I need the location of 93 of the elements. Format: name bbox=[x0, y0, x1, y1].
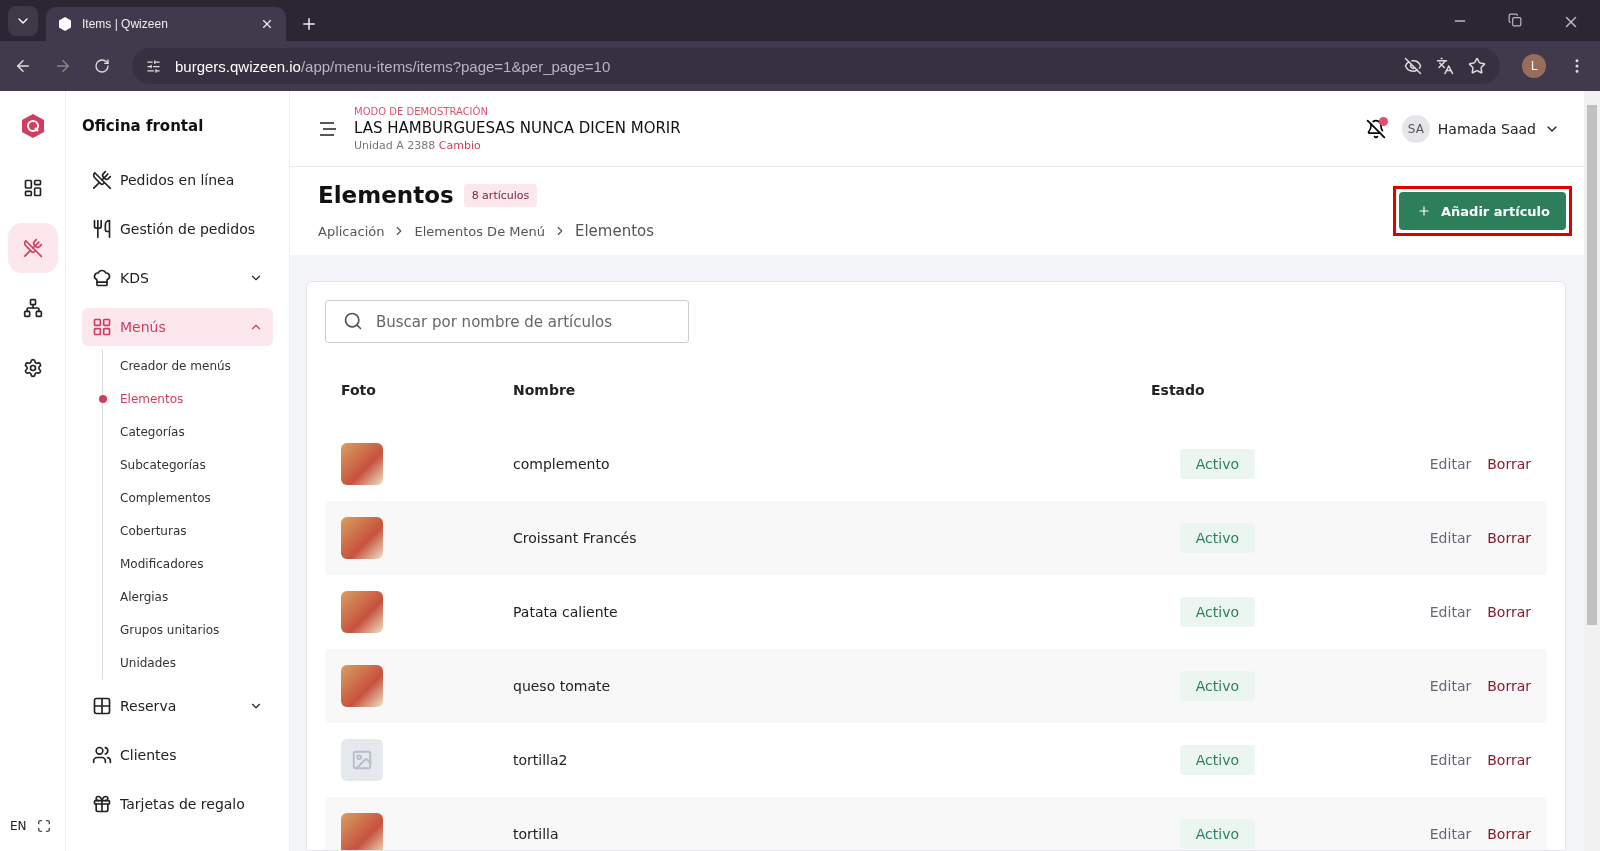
notifications-off-icon[interactable] bbox=[1365, 118, 1386, 139]
submenu-item[interactable]: Subcategorías bbox=[103, 448, 273, 481]
new-tab-icon[interactable] bbox=[300, 15, 318, 33]
site-settings-icon[interactable] bbox=[146, 58, 161, 74]
edit-link[interactable]: Editar bbox=[1429, 752, 1472, 768]
submenu-item[interactable]: Modificadores bbox=[103, 547, 273, 580]
settings-icon bbox=[22, 358, 43, 378]
active-dot bbox=[99, 394, 107, 403]
breadcrumb-link[interactable]: Elementos De Menú bbox=[414, 223, 545, 239]
submenu-item[interactable]: Coberturas bbox=[103, 514, 273, 547]
column-header: Estado bbox=[1151, 382, 1206, 398]
url-text: burgers.qwizeen.io/app/menu-items/items?page=1&per_page=10 bbox=[175, 57, 611, 75]
item-name: complemento bbox=[513, 456, 611, 472]
edit-link[interactable]: Editar bbox=[1429, 678, 1472, 694]
sidebar-item[interactable]: Pedidos en línea bbox=[82, 161, 273, 199]
item-name: tortilla2 bbox=[513, 752, 569, 768]
edit-link[interactable]: Editar bbox=[1429, 826, 1472, 842]
user-avatar[interactable]: SA bbox=[1401, 114, 1430, 143]
menu-icon[interactable] bbox=[318, 120, 338, 137]
status-badge: Activo bbox=[1179, 745, 1256, 775]
page-title: Elementos bbox=[318, 182, 454, 208]
sidebar-title: Oficina frontal bbox=[82, 117, 205, 135]
expand-icon[interactable] bbox=[36, 819, 51, 833]
breadcrumb-link[interactable]: Elementos bbox=[574, 222, 655, 240]
dashboard-icon bbox=[22, 178, 43, 198]
search-icon bbox=[343, 311, 363, 331]
edit-link[interactable]: Editar bbox=[1429, 456, 1472, 472]
address-bar[interactable]: burgers.qwizeen.io/app/menu-items/items?page=1&per_page=10 bbox=[132, 48, 1500, 84]
gift-icon bbox=[92, 794, 112, 814]
search-field[interactable]: Buscar por nombre de artículos bbox=[325, 300, 689, 343]
delete-link[interactable]: Borrar bbox=[1487, 456, 1531, 472]
users-icon bbox=[92, 745, 112, 765]
forward-icon[interactable] bbox=[54, 57, 72, 75]
user-name[interactable]: Hamada Saad bbox=[1437, 120, 1536, 137]
tab-list-button[interactable] bbox=[8, 6, 38, 36]
close-icon[interactable] bbox=[260, 17, 274, 31]
sidebar-item[interactable]: Reserva bbox=[82, 687, 273, 725]
submenu-item[interactable]: Unidades bbox=[103, 646, 273, 679]
status-badge: Activo bbox=[1179, 819, 1256, 849]
utensils-icon bbox=[22, 238, 43, 258]
status-badge: Activo bbox=[1179, 449, 1256, 479]
submenu-item[interactable]: Grupos unitarios bbox=[103, 613, 273, 646]
item-name: queso tomate bbox=[513, 678, 612, 694]
delete-link[interactable]: Borrar bbox=[1487, 678, 1531, 694]
sidebar-item[interactable]: Menús bbox=[82, 308, 273, 346]
column-header: Foto bbox=[341, 382, 377, 398]
language-toggle[interactable]: EN bbox=[10, 819, 27, 833]
sidebar-item[interactable]: Clientes bbox=[82, 736, 273, 774]
column-header: Nombre bbox=[513, 382, 577, 398]
plus-icon bbox=[1417, 204, 1431, 218]
status-badge: Activo bbox=[1179, 523, 1256, 553]
utensils-icon bbox=[92, 170, 112, 190]
restaurant-name: LAS HAMBURGUESAS NUNCA DICEN MORIR bbox=[354, 118, 682, 137]
unit-label: Unidad A 2388 bbox=[354, 138, 436, 152]
delete-link[interactable]: Borrar bbox=[1487, 604, 1531, 620]
restore-icon[interactable] bbox=[1508, 13, 1522, 27]
chef-hat-icon bbox=[92, 268, 112, 288]
profile-avatar[interactable]: L bbox=[1522, 54, 1546, 78]
fork-knife-icon bbox=[92, 219, 112, 239]
submenu-item[interactable]: Complementos bbox=[103, 481, 273, 514]
translate-icon[interactable] bbox=[1436, 57, 1454, 75]
eye-off-icon[interactable] bbox=[1404, 57, 1422, 75]
site-icon bbox=[58, 17, 72, 31]
sidebar-item[interactable]: KDS bbox=[82, 259, 273, 297]
breadcrumb-link[interactable]: Aplicación bbox=[318, 223, 385, 239]
back-icon[interactable] bbox=[14, 57, 32, 75]
logo-icon bbox=[19, 113, 46, 139]
submenu-item[interactable]: Creador de menús bbox=[103, 349, 273, 382]
reload-icon[interactable] bbox=[94, 58, 110, 74]
change-link[interactable]: Cambio bbox=[438, 138, 481, 152]
edit-link[interactable]: Editar bbox=[1429, 530, 1472, 546]
demo-mode-label: MODO DE DEMOSTRACIÓN bbox=[354, 105, 489, 117]
submenu-item[interactable]: Elementos bbox=[103, 382, 273, 415]
grid-icon bbox=[92, 317, 112, 337]
count-badge: 8 artículos bbox=[463, 183, 538, 207]
delete-link[interactable]: Borrar bbox=[1487, 530, 1531, 546]
status-badge: Activo bbox=[1179, 671, 1256, 701]
item-name: tortilla bbox=[513, 826, 560, 842]
sidebar-item[interactable]: Gestión de pedidos bbox=[82, 210, 273, 248]
browser-tab[interactable]: Items | Qwizeen bbox=[46, 7, 286, 41]
item-name: Patata caliente bbox=[513, 604, 619, 620]
add-item-button[interactable]: Añadir artículo bbox=[1399, 192, 1566, 230]
sidebar-item[interactable]: Tarjetas de regalo bbox=[82, 785, 273, 823]
bookmark-icon[interactable] bbox=[1468, 57, 1486, 75]
edit-link[interactable]: Editar bbox=[1429, 604, 1472, 620]
item-name: Croissant Francés bbox=[513, 530, 638, 546]
submenu-item[interactable]: Alergias bbox=[103, 580, 273, 613]
hierarchy-icon bbox=[22, 298, 43, 318]
submenu-item[interactable]: Categorías bbox=[103, 415, 273, 448]
status-badge: Activo bbox=[1179, 597, 1256, 627]
table-grid-icon bbox=[92, 696, 112, 716]
delete-link[interactable]: Borrar bbox=[1487, 752, 1531, 768]
delete-link[interactable]: Borrar bbox=[1487, 826, 1531, 842]
